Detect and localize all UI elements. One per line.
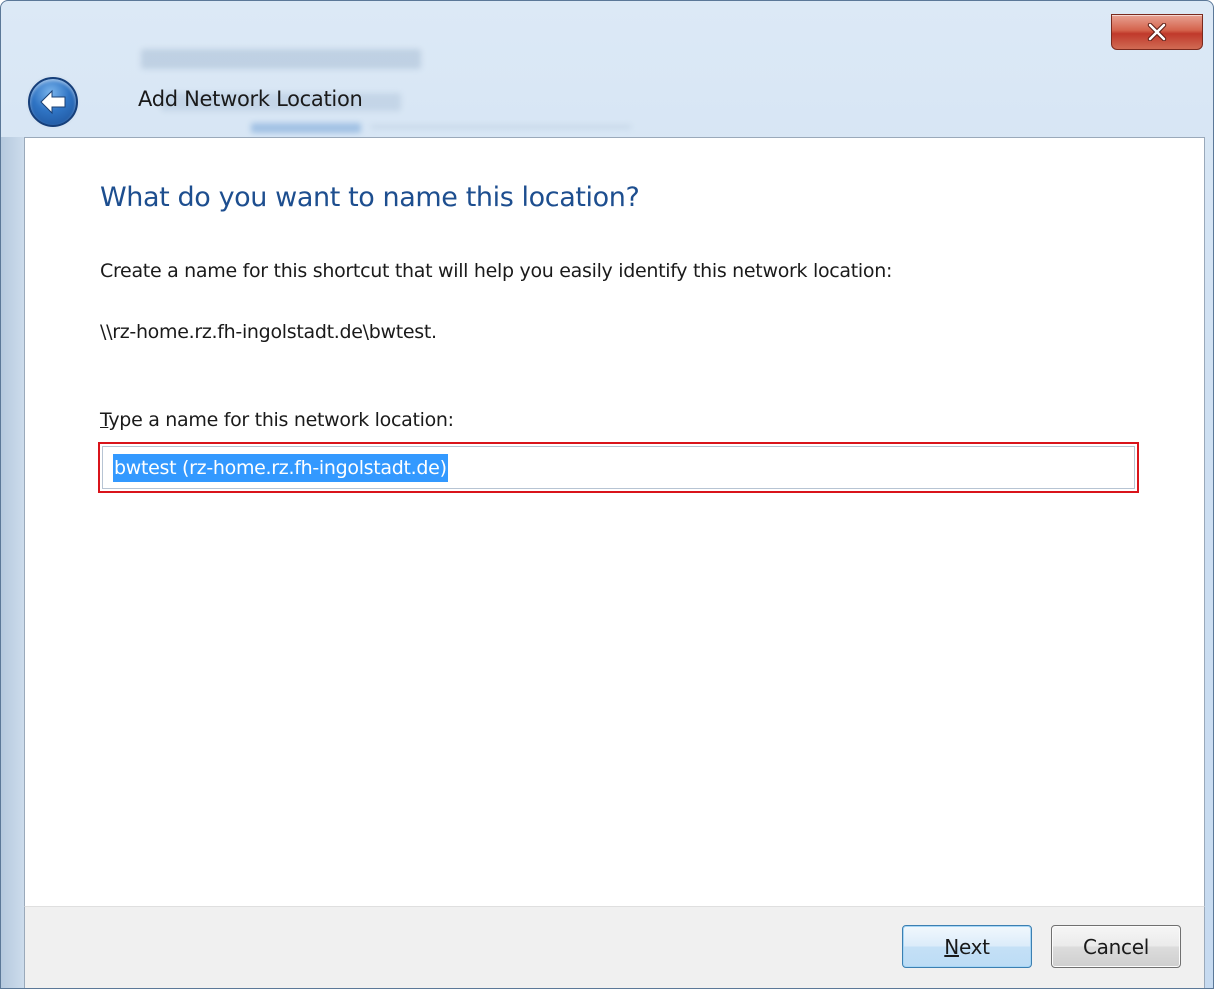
window-title: Add Network Location (138, 87, 363, 111)
close-icon (1147, 23, 1167, 41)
name-input-highlight: bwtest (rz-home.rz.fh-ingolstadt.de) (98, 442, 1139, 493)
back-arrow-icon (40, 89, 66, 115)
button-bar: Next Cancel (24, 906, 1205, 988)
content-panel: What do you want to name this location? … (24, 137, 1205, 906)
page-heading: What do you want to name this location? (100, 182, 640, 213)
dialog-window: Add Network Location What do you want to… (0, 0, 1214, 989)
next-button[interactable]: Next (902, 925, 1032, 968)
network-path-text: \\rz-home.rz.fh-ingolstadt.de\bwtest. (100, 321, 437, 343)
cancel-button[interactable]: Cancel (1051, 925, 1181, 968)
back-button[interactable] (28, 77, 78, 127)
instruction-text: Create a name for this shortcut that wil… (100, 260, 893, 282)
name-input[interactable]: bwtest (rz-home.rz.fh-ingolstadt.de) (102, 446, 1135, 489)
close-button[interactable] (1111, 14, 1203, 50)
label-text: ype a name for this network location: (108, 409, 454, 431)
name-field-label: Type a name for this network location: (100, 409, 454, 431)
next-mnemonic: N (944, 934, 959, 959)
name-input-value: bwtest (rz-home.rz.fh-ingolstadt.de) (113, 453, 448, 482)
next-label: ext (958, 934, 990, 959)
window-frame-left (1, 137, 24, 988)
